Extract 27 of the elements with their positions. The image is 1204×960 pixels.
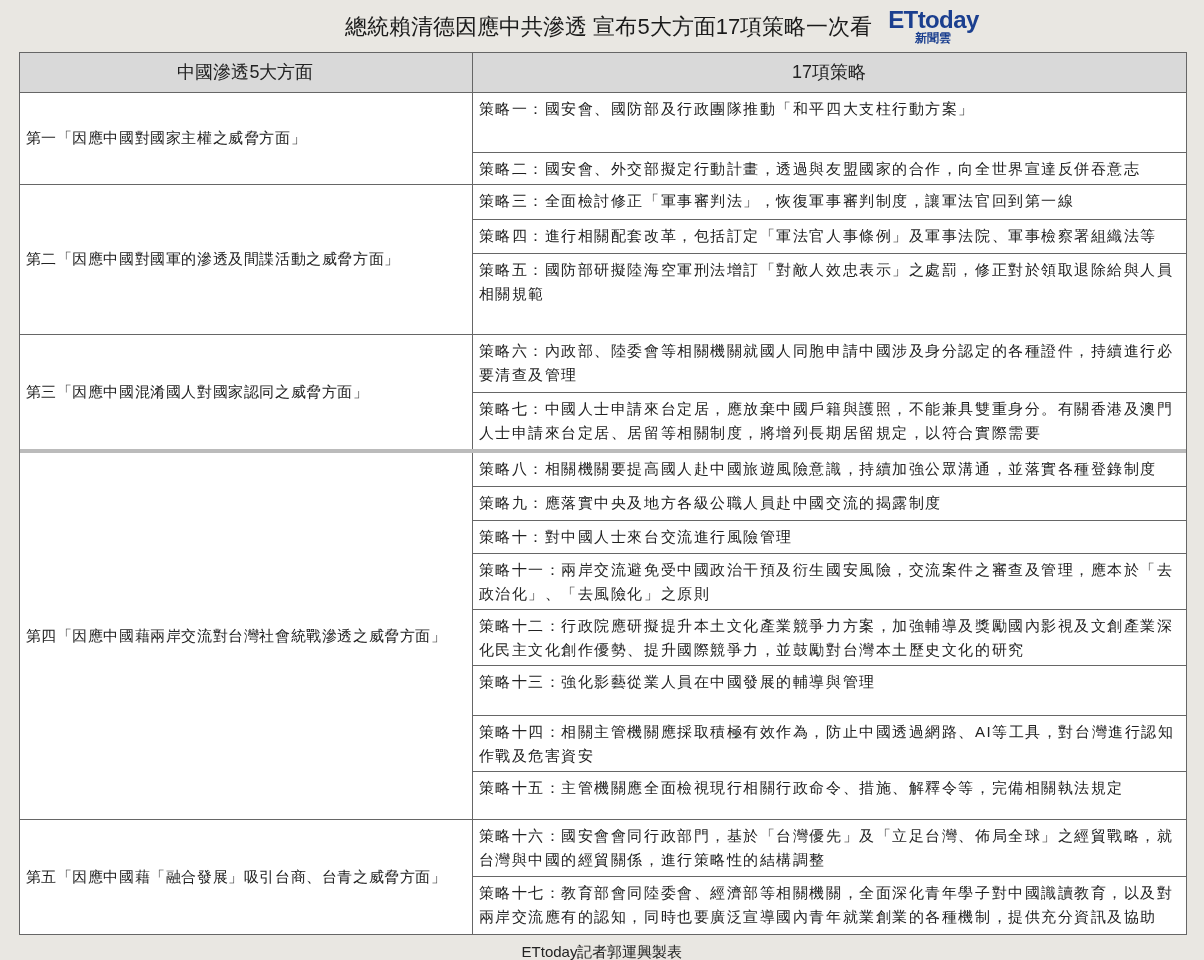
page-title: 總統賴清德因應中共滲透 宣布5大方面17項策略一次看 bbox=[345, 12, 873, 41]
table-cell: 策略九：應落實中央及地方各級公職人員赴中國交流的揭露制度 bbox=[472, 486, 1186, 520]
table-cell: 策略十四：相關主管機關應採取積極有效作為，防止中國透過網路、AI等工具，對台灣進行認知作戰及危害資安 bbox=[472, 715, 1186, 771]
table-cell: 策略十五：主管機關應全面檢視現行相關行政命令、措施、解釋令等，完備相關執法規定 bbox=[472, 771, 1186, 819]
table-cell: 策略二：國安會、外交部擬定行動計畫，透過與友盟國家的合作，向全世界宣達反併吞意志 bbox=[472, 152, 1186, 184]
column-header: 中國滲透5大方面 bbox=[19, 53, 473, 92]
table-cell: 策略四：進行相關配套改革，包括訂定「軍法官人事條例」及軍事法院、軍事檢察署組織法等 bbox=[472, 219, 1186, 253]
table-cell-text: 策略十六：國安會會同行政部門，基於「台灣優先」及「立足台灣、佈局全球」之經貿戰略，就台灣與中國的經貿關係，進行策略性的結構調整 bbox=[477, 826, 1175, 870]
table-cell: 策略十一：兩岸交流避免受中國政治干預及衍生國安風險，交流案件之審查及管理，應本於「去政治化」、「去風險化」之原則 bbox=[472, 553, 1186, 609]
table-cell: 第三「因應中國混淆國人對國家認同之威脅方面」 bbox=[19, 335, 473, 449]
table-cell: 第五「因應中國藉「融合發展」吸引台商、台青之威脅方面」 bbox=[19, 820, 473, 934]
table-cell: 策略十七：教育部會同陸委會、經濟部等相關機關，全面深化青年學子對中國識讀教育，以及對兩岸交流應有的認知，同時也要廣泛宣導國內青年就業創業的各種機制，提供充分資訊及協助 bbox=[472, 876, 1186, 934]
table-cell: 策略七：中國人士申請來台定居，應放棄中國戶籍與護照，不能兼具雙重身分。有關香港及澳門人士申請來台定居、居留等相關制度，將增列長期居留規定，以符合實際需要 bbox=[472, 392, 1186, 449]
credit-text: ETtoday記者郭運興製表 bbox=[521, 942, 683, 960]
table-cell: 策略十三：強化影藝從業人員在中國發展的輔導與管理 bbox=[472, 665, 1186, 715]
table-cell: 策略五：國防部研擬陸海空軍刑法增訂「對敵人效忠表示」之處罰，修正對於領取退除給與人員相關規範 bbox=[472, 253, 1186, 334]
table-cell-text: 策略八：相關機關要提高國人赴中國旅遊風險意識，持續加強公眾溝通，並落實各種登錄制度 bbox=[477, 459, 1159, 479]
table-cell: 第一「因應中國對國家主權之威脅方面」 bbox=[19, 93, 473, 184]
table-cell: 第四「因應中國藉兩岸交流對台灣社會統戰滲透之威脅方面」 bbox=[19, 453, 473, 819]
logo: ETtoday 新聞雲 bbox=[888, 8, 979, 44]
table-cell: 策略十：對中國人士來台交流進行風險管理 bbox=[472, 520, 1186, 553]
column-header: 17項策略 bbox=[791, 61, 867, 84]
table-cell: 策略十二：行政院應研擬提升本土文化產業競爭力方案，加強輔導及獎勵國內影視及文創產業深化民主文化創作優勢、提升國際競爭力，並鼓勵對台灣本土歷史文化的研究 bbox=[472, 609, 1186, 665]
table-cell-text: 策略三：全面檢討修正「軍事審判法」，恢復軍事審判制度，讓軍法官回到第一線 bbox=[477, 191, 1076, 211]
table-cell-text: 策略六：內政部、陸委會等相關機關就國人同胞申請中國涉及身分認定的各種證件，持續進行必要清查及管理 bbox=[477, 341, 1175, 385]
table-cell-text: 策略一：國安會、國防部及行政團隊推動「和平四大支柱行動方案」 bbox=[477, 99, 976, 119]
table-cell: 第二「因應中國對國軍的滲透及間諜活動之威脅方面」 bbox=[19, 185, 473, 334]
